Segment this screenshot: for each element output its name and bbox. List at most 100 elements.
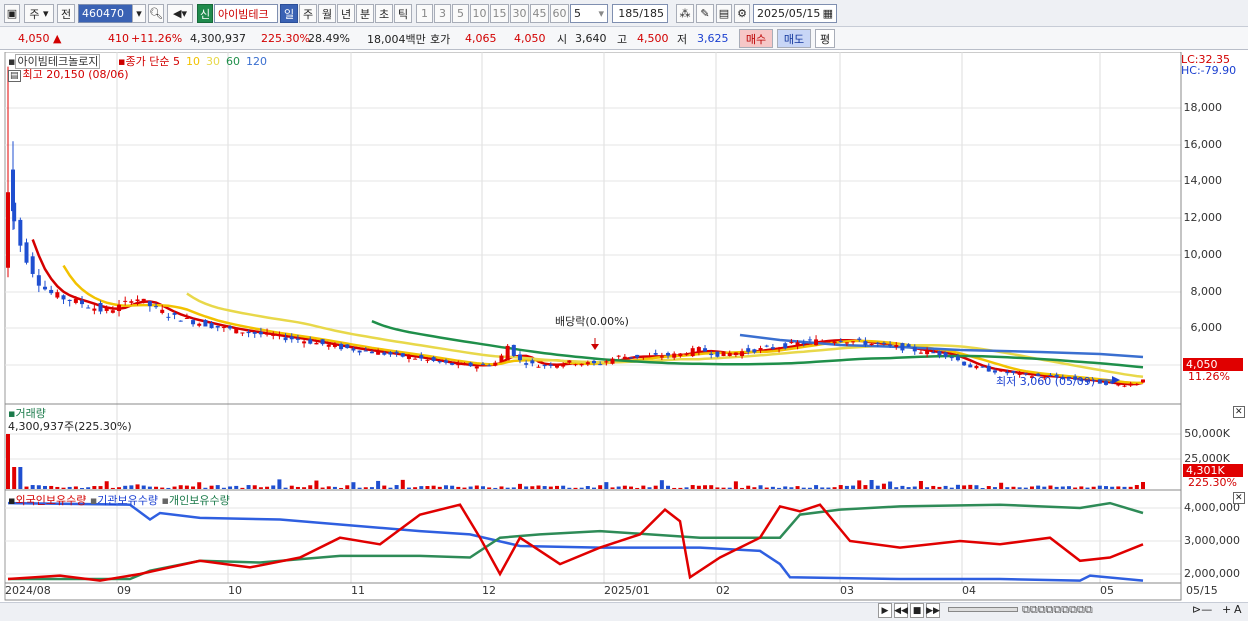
layout-icon[interactable]: ▣ [4,4,20,23]
candle-body [437,361,442,363]
zoom-slider[interactable] [948,607,1018,612]
volume-bar [166,487,171,489]
period-3[interactable]: 년 [337,4,355,23]
candle-body [548,364,553,366]
prev-button[interactable]: 전 [57,4,75,23]
hc-label: HC:-79.90 [1181,64,1236,77]
holding-close-icon[interactable]: ✕ [1233,492,1245,504]
volume-bar [295,486,300,489]
low-text: 3,625 [697,32,729,45]
volume-bar [727,487,732,489]
tool-icons[interactable]: ⧉⧉⧉⧉⧉⧉⧉⧉⧉ [1022,603,1093,617]
stock-chart[interactable] [0,52,1248,618]
candle-body [92,308,97,311]
period-4[interactable]: 분 [356,4,374,23]
candle-body [67,299,72,301]
volume-bar [400,479,405,489]
rewind-icon[interactable]: ◀◀ [894,603,908,618]
candle-body [480,363,485,365]
current-pct-tag: 11.26% [1188,370,1230,383]
zoom-in-icon[interactable]: + [1222,603,1231,616]
volume-bar [1091,486,1096,489]
volume-bar [339,487,344,489]
volume-bar [209,485,214,489]
sell-button[interactable]: 매도 [777,29,811,48]
scroll-right-icon[interactable]: ▶ [878,603,892,618]
x-tick: 03 [840,584,854,597]
candle-body [462,363,467,366]
candle-body [505,345,510,361]
x-tick: 05 [1100,584,1114,597]
volume-bar [814,485,819,489]
draw-tool-icon[interactable]: ✎ [696,4,714,23]
volume-bar [1110,486,1115,489]
interval-3[interactable]: 10 [470,4,489,23]
volume-bar [635,487,640,489]
prev-label: 전 [60,7,72,21]
interval-6[interactable]: 45 [530,4,549,23]
stop-icon[interactable]: ■ [910,603,924,618]
candle-body [474,366,479,369]
volume-bar [690,485,695,489]
period-6[interactable]: 틱 [394,4,412,23]
candle-body [752,349,757,353]
candle-body [18,219,23,246]
market-select[interactable]: 주 ▾ [24,4,54,23]
calendar-icon[interactable]: ▦ [823,7,833,20]
buy-button[interactable]: 매수 [739,29,773,48]
volume-bar [968,484,973,489]
interval-7[interactable]: 60 [550,4,569,23]
forward-icon[interactable]: ▶▶ [926,603,940,618]
candle-body [117,304,122,312]
sound-icon[interactable]: ◀▾ [167,4,193,23]
count-select[interactable]: 5 ▾ [570,4,608,23]
candle-body [246,331,251,334]
volume-bar [733,481,738,489]
volume-bar [696,485,701,489]
high-price: 4,500 [637,30,669,47]
interval-5[interactable]: 30 [510,4,529,23]
vol-ratio-text: 225.30% [261,32,310,45]
holding-tick: 4,000,000 [1184,501,1240,514]
font-size-icon[interactable]: A [1234,603,1242,616]
candle-body [592,360,597,364]
search-icon[interactable]: 🔍︎ [148,4,164,23]
volume-bar [844,485,849,489]
volume-bar [777,487,782,489]
candle-body [524,363,529,365]
bid-text: 4,065 [465,32,497,45]
volume-bar [480,486,485,489]
candle-body [320,339,325,345]
holding-tick: 3,000,000 [1184,534,1240,547]
period-2[interactable]: 월 [318,4,336,23]
high-text: 4,500 [637,32,669,45]
volume-bar [764,487,769,489]
volume-bar [258,487,263,489]
period-1[interactable]: 주 [299,4,317,23]
volume-bar [770,486,775,489]
range-field[interactable]: 185/185 [612,4,668,23]
volume-bar [1042,486,1047,489]
interval-4[interactable]: 15 [490,4,509,23]
date-input[interactable]: 2025/05/15 ▦ [753,4,837,23]
stock-name-field[interactable]: 아이빔테크 [214,4,278,23]
zoom-out-icon[interactable]: ⊳— [1192,603,1212,616]
candle-body [814,339,819,346]
volume-bar [801,487,806,489]
interval-2[interactable]: 5 [452,4,469,23]
avg-button[interactable]: 평 [815,29,835,48]
save-icon[interactable]: ▤ [716,4,732,23]
candle-body [838,341,843,343]
period-0[interactable]: 일 [280,4,298,23]
interval-0[interactable]: 1 [416,4,433,23]
indicator-icon[interactable]: ⁂ [676,4,694,23]
volume-close-icon[interactable]: ✕ [1233,406,1245,418]
holding-tick: 2,000,000 [1184,567,1240,580]
gear-icon[interactable]: ⚙ [734,4,750,23]
volume-bar [666,485,671,489]
volume-bar [43,485,48,489]
volume-bar [931,485,936,489]
interval-1[interactable]: 3 [434,4,451,23]
code-dropdown-icon[interactable]: ▾ [132,4,146,23]
period-5[interactable]: 초 [375,4,393,23]
